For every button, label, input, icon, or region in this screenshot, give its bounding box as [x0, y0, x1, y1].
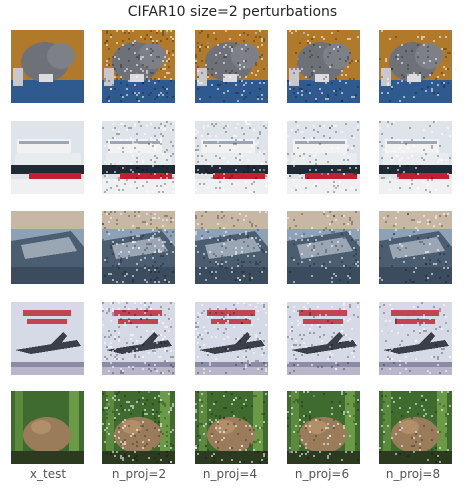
figure-title: CIFAR10 size=2 perturbations — [127, 4, 338, 20]
image-ship-x-test — [11, 121, 84, 194]
image-airplane-x-test — [11, 302, 84, 375]
image-cat-n-proj-6 — [287, 30, 360, 103]
image-ship-dark-n-proj-8 — [379, 211, 452, 284]
image-airplane-n-proj-6 — [287, 302, 360, 375]
image-cat-x-test — [11, 30, 84, 103]
image-ship-n-proj-2 — [102, 121, 175, 194]
image-ship-n-proj-6 — [287, 121, 360, 194]
image-airplane-n-proj-2 — [102, 302, 175, 375]
image-ship-dark-n-proj-6 — [287, 211, 360, 284]
image-ship-n-proj-8 — [379, 121, 452, 194]
image-cat-n-proj-2 — [102, 30, 175, 103]
image-cat-n-proj-8 — [379, 30, 452, 103]
image-airplane-n-proj-8 — [379, 302, 452, 375]
image-ship-dark-n-proj-2 — [102, 211, 175, 284]
image-frog-n-proj-6 — [287, 391, 360, 464]
image-frog-n-proj-4 — [195, 391, 268, 464]
image-frog-n-proj-2 — [102, 391, 175, 464]
image-frog-n-proj-8 — [379, 391, 452, 464]
column-label-nproj-8: n_proj=8 — [385, 467, 441, 481]
image-airplane-n-proj-4 — [195, 302, 268, 375]
image-cat-n-proj-4 — [195, 30, 268, 103]
image-ship-dark-x-test — [11, 211, 84, 284]
image-ship-dark-n-proj-4 — [195, 211, 268, 284]
image-frog-x-test — [11, 391, 84, 464]
image-ship-n-proj-4 — [195, 121, 268, 194]
